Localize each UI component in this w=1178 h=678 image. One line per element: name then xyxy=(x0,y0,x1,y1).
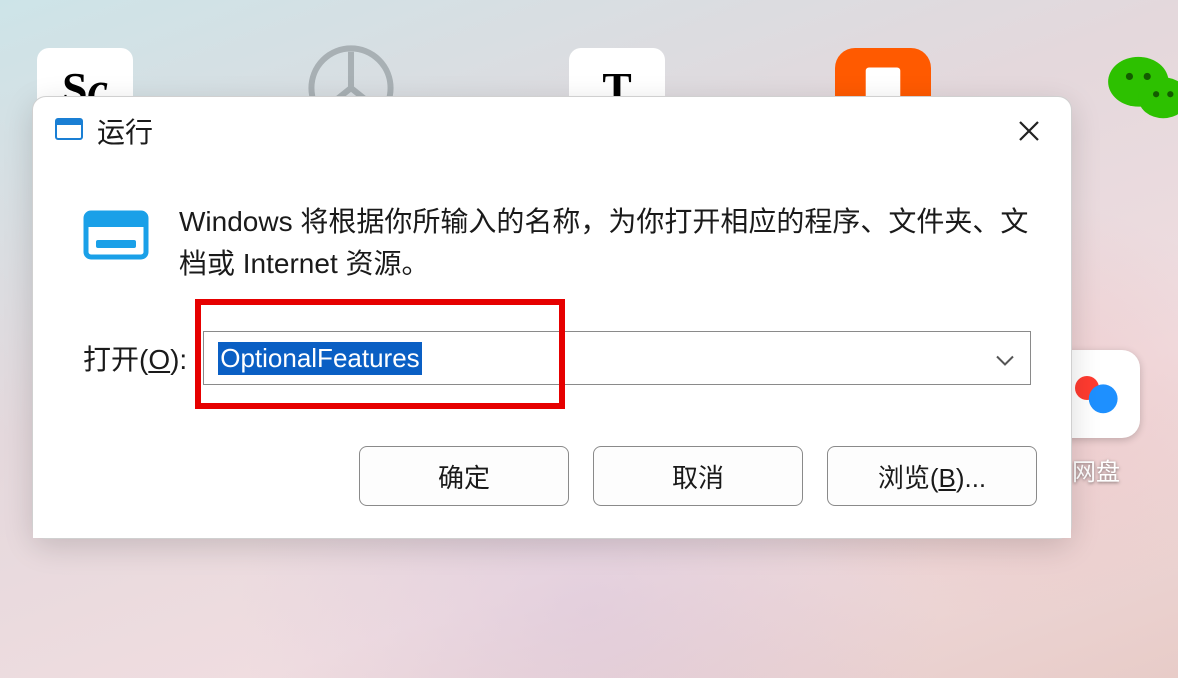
browse-button-label: 浏览(B)... xyxy=(878,458,986,495)
run-dialog-icon xyxy=(55,118,83,145)
dialog-button-row: 确定 取消 浏览(B)... xyxy=(33,415,1071,538)
run-dialog: 运行 Windows 将根据你所输入的名称，为你打开相应的程序、文件夹、文档或 … xyxy=(32,96,1072,539)
desktop-icon-label: 网盘 xyxy=(1072,452,1120,487)
open-combobox[interactable]: OptionalFeatures xyxy=(203,331,1031,385)
open-label: 打开(O): xyxy=(83,338,187,378)
chevron-down-icon[interactable] xyxy=(995,343,1015,374)
open-label-prefix: 打开( xyxy=(83,344,148,375)
desktop-icon-wechat[interactable] xyxy=(1094,48,1178,180)
open-label-key: O xyxy=(148,344,170,375)
dialog-titlebar: 运行 xyxy=(33,97,1071,161)
open-combobox-wrap: OptionalFeatures xyxy=(203,331,1031,385)
cancel-button[interactable]: 取消 xyxy=(593,446,803,506)
browse-key: B xyxy=(938,463,955,493)
open-input-value: OptionalFeatures xyxy=(218,342,421,375)
wechat-icon xyxy=(1101,48,1178,128)
ok-button[interactable]: 确定 xyxy=(359,446,569,506)
run-large-icon xyxy=(83,207,149,268)
cancel-button-label: 取消 xyxy=(672,458,724,495)
browse-button[interactable]: 浏览(B)... xyxy=(827,446,1037,506)
dialog-description: Windows 将根据你所输入的名称，为你打开相应的程序、文件夹、文档或 Int… xyxy=(179,201,1031,285)
close-icon xyxy=(1018,120,1040,142)
dialog-title: 运行 xyxy=(97,111,1009,151)
dialog-body: Windows 将根据你所输入的名称，为你打开相应的程序、文件夹、文档或 Int… xyxy=(33,161,1071,415)
browse-suffix: )... xyxy=(956,463,986,493)
ok-button-label: 确定 xyxy=(438,458,490,495)
close-button[interactable] xyxy=(1009,111,1049,151)
browse-prefix: 浏览( xyxy=(878,463,939,493)
open-label-suffix: ): xyxy=(170,344,187,375)
